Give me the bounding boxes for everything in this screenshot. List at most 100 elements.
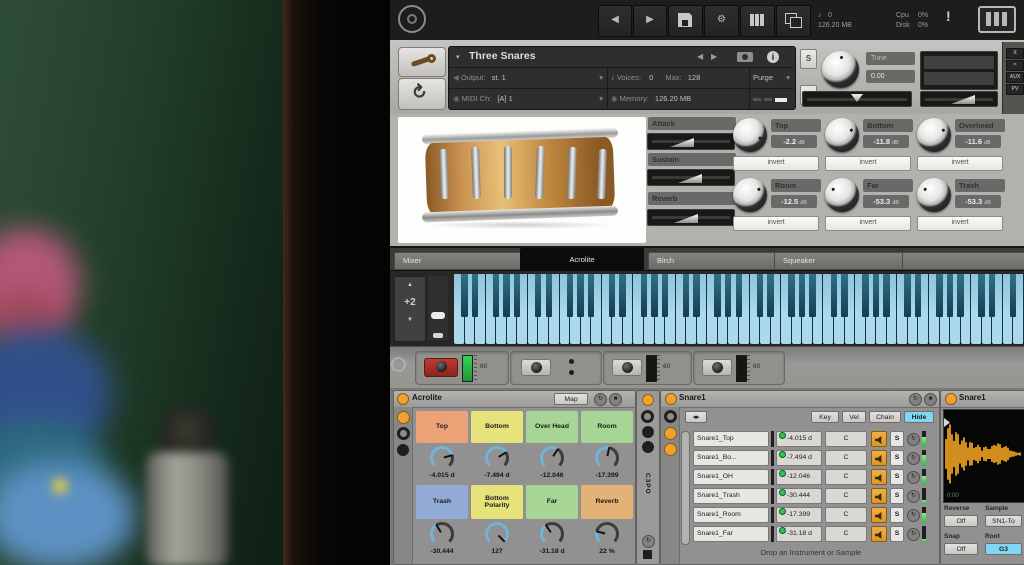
sustain-slider[interactable] bbox=[647, 169, 735, 186]
snare1-rack-header[interactable]: Snare1 ↻ ■ bbox=[661, 391, 939, 408]
top-knob[interactable] bbox=[733, 118, 767, 152]
chain-pan[interactable]: C bbox=[825, 450, 867, 466]
acrolite-map-button[interactable]: Map bbox=[554, 393, 588, 405]
macro-knob-top[interactable] bbox=[430, 446, 454, 470]
sample-select-button[interactable]: SN1-To bbox=[985, 515, 1022, 527]
chain-hotswap-icon[interactable]: ↻ bbox=[907, 471, 920, 484]
macro-knob-room[interactable] bbox=[595, 446, 619, 470]
octave-down-arrow[interactable]: ▼ bbox=[395, 317, 425, 323]
reverb-slider[interactable] bbox=[647, 209, 735, 226]
macro-value-overhead[interactable]: -12.046 bbox=[526, 472, 578, 479]
attack-slider[interactable] bbox=[647, 133, 735, 150]
volume-slider[interactable] bbox=[920, 91, 998, 107]
auto-select-button[interactable]: ◂▸ bbox=[685, 411, 707, 423]
piano-key-black[interactable] bbox=[841, 274, 848, 317]
chain-volume[interactable]: -31.18 d bbox=[776, 526, 822, 542]
macro-value-far[interactable]: -31.18 d bbox=[526, 548, 578, 555]
chain-pan[interactable]: C bbox=[825, 488, 867, 504]
macro-knob-overhead[interactable] bbox=[540, 446, 564, 470]
acrolite-activator-led[interactable] bbox=[397, 393, 409, 405]
piano-key-black[interactable] bbox=[587, 274, 595, 317]
aux-button[interactable]: AUX bbox=[1006, 72, 1024, 83]
piano-key-black[interactable] bbox=[735, 274, 742, 317]
room-invert-button[interactable]: invert bbox=[733, 216, 819, 231]
reverse-button[interactable]: Off bbox=[944, 515, 978, 527]
chain-volume[interactable]: -12.046 bbox=[776, 469, 822, 485]
chain-scrollbar[interactable] bbox=[681, 431, 690, 545]
piano-key-black[interactable] bbox=[936, 274, 943, 317]
midi-dropdown-arrow[interactable]: ▾ bbox=[599, 89, 603, 109]
track4-pan-knob[interactable] bbox=[702, 359, 732, 376]
far-invert-button[interactable]: invert bbox=[825, 216, 911, 231]
chain-volume[interactable]: -4.015 d bbox=[776, 431, 822, 447]
acrolite-save-icon[interactable]: ■ bbox=[609, 393, 622, 406]
snare1-devices-toggle[interactable] bbox=[664, 443, 677, 456]
piano-key-black[interactable] bbox=[513, 274, 521, 317]
hide-zones-button[interactable]: Hide bbox=[904, 411, 934, 423]
piano-key-black[interactable] bbox=[830, 274, 837, 317]
back-button[interactable]: ◀ bbox=[598, 5, 632, 37]
chain-hotswap-icon[interactable]: ↻ bbox=[907, 452, 920, 465]
chain-volume[interactable]: -17.399 bbox=[776, 507, 822, 523]
macro-knob-far[interactable] bbox=[540, 522, 564, 546]
output-dropdown-arrow[interactable]: ▾ bbox=[599, 68, 603, 88]
folded-save-icon[interactable] bbox=[643, 550, 652, 559]
sample-waveform-display[interactable]: 0:00 bbox=[943, 409, 1024, 503]
folded-toggle-2[interactable] bbox=[642, 426, 654, 438]
options-gear-button[interactable]: ⚙ bbox=[704, 5, 739, 37]
chain-name[interactable]: Snare1_Trash bbox=[693, 488, 769, 504]
purge-dropdown-arrow[interactable]: ▾ bbox=[786, 68, 790, 88]
chain-name[interactable]: Snare1_Top bbox=[693, 431, 769, 447]
macro-knob-trash[interactable] bbox=[430, 522, 454, 546]
forward-button[interactable]: ▶ bbox=[633, 5, 667, 37]
tune-value[interactable]: 0.00 bbox=[866, 70, 915, 83]
chain-pan[interactable]: C bbox=[825, 507, 867, 523]
chain-pan[interactable]: C bbox=[825, 469, 867, 485]
piano-key-black[interactable] bbox=[714, 274, 721, 317]
piano-key-black[interactable] bbox=[651, 274, 658, 317]
piano-key-black[interactable] bbox=[471, 274, 479, 317]
next-instrument-arrow[interactable]: ▶ bbox=[711, 52, 717, 61]
chain-pan[interactable]: C bbox=[825, 526, 867, 542]
remove-instrument-button[interactable]: X bbox=[1006, 48, 1024, 59]
piano-key-black[interactable] bbox=[461, 274, 468, 317]
keyboard-scroll-handle-small[interactable] bbox=[433, 333, 443, 338]
piano-key-black[interactable] bbox=[862, 274, 869, 317]
piano-key-black[interactable] bbox=[566, 274, 574, 317]
piano-key-black[interactable] bbox=[904, 274, 911, 317]
max-value[interactable]: 128 bbox=[688, 73, 701, 82]
chain-activator-speaker[interactable] bbox=[871, 526, 887, 542]
chain-solo-button[interactable]: S bbox=[890, 507, 904, 523]
chain-name[interactable]: Snare1_Room bbox=[693, 507, 769, 523]
chain-activator-speaker[interactable] bbox=[871, 488, 887, 504]
purge-button[interactable]: Purge bbox=[753, 73, 773, 82]
macro-knob-reverb[interactable] bbox=[595, 522, 619, 546]
tab-acrolite[interactable]: Acrolite bbox=[520, 248, 644, 271]
tab-squeaker[interactable]: Squeaker bbox=[774, 252, 908, 270]
instrument-icon-button[interactable]: ↻ bbox=[398, 78, 446, 110]
far-knob[interactable] bbox=[825, 178, 859, 212]
root-note-button[interactable]: G3 bbox=[985, 543, 1022, 555]
tab-mixer[interactable]: Mixer bbox=[394, 252, 526, 270]
snare1-rack-save-icon[interactable]: ■ bbox=[924, 393, 937, 406]
piano-key-black[interactable] bbox=[756, 274, 764, 317]
folded-activator-led[interactable] bbox=[642, 394, 654, 406]
chain-solo-button[interactable]: S bbox=[890, 526, 904, 542]
chain-name[interactable]: Snare1_OH bbox=[693, 469, 769, 485]
piano-key-black[interactable] bbox=[619, 274, 626, 317]
far-knob-value[interactable]: -53.3 dB bbox=[863, 195, 909, 208]
piano-key-black[interactable] bbox=[503, 274, 510, 317]
piano-key-black[interactable] bbox=[798, 274, 806, 317]
tab-birch[interactable]: Birch bbox=[648, 252, 780, 270]
trash-invert-button[interactable]: invert bbox=[917, 216, 1003, 231]
chain-solo-button[interactable]: S bbox=[890, 450, 904, 466]
piano-key-black[interactable] bbox=[661, 274, 669, 317]
folded-toggle-1[interactable] bbox=[641, 410, 654, 423]
acrolite-header[interactable]: Acrolite Map ↻ ■ bbox=[394, 391, 635, 408]
chain-hotswap-icon[interactable]: ↻ bbox=[907, 528, 920, 541]
chain-zones-button[interactable]: Chain bbox=[869, 411, 901, 423]
snare1-rack-hotswap-icon[interactable]: ↻ bbox=[909, 393, 922, 406]
folded-toggle-3[interactable] bbox=[642, 441, 654, 453]
overhead-invert-button[interactable]: invert bbox=[917, 156, 1003, 171]
macro-value-trash[interactable]: -30.444 bbox=[416, 548, 468, 555]
